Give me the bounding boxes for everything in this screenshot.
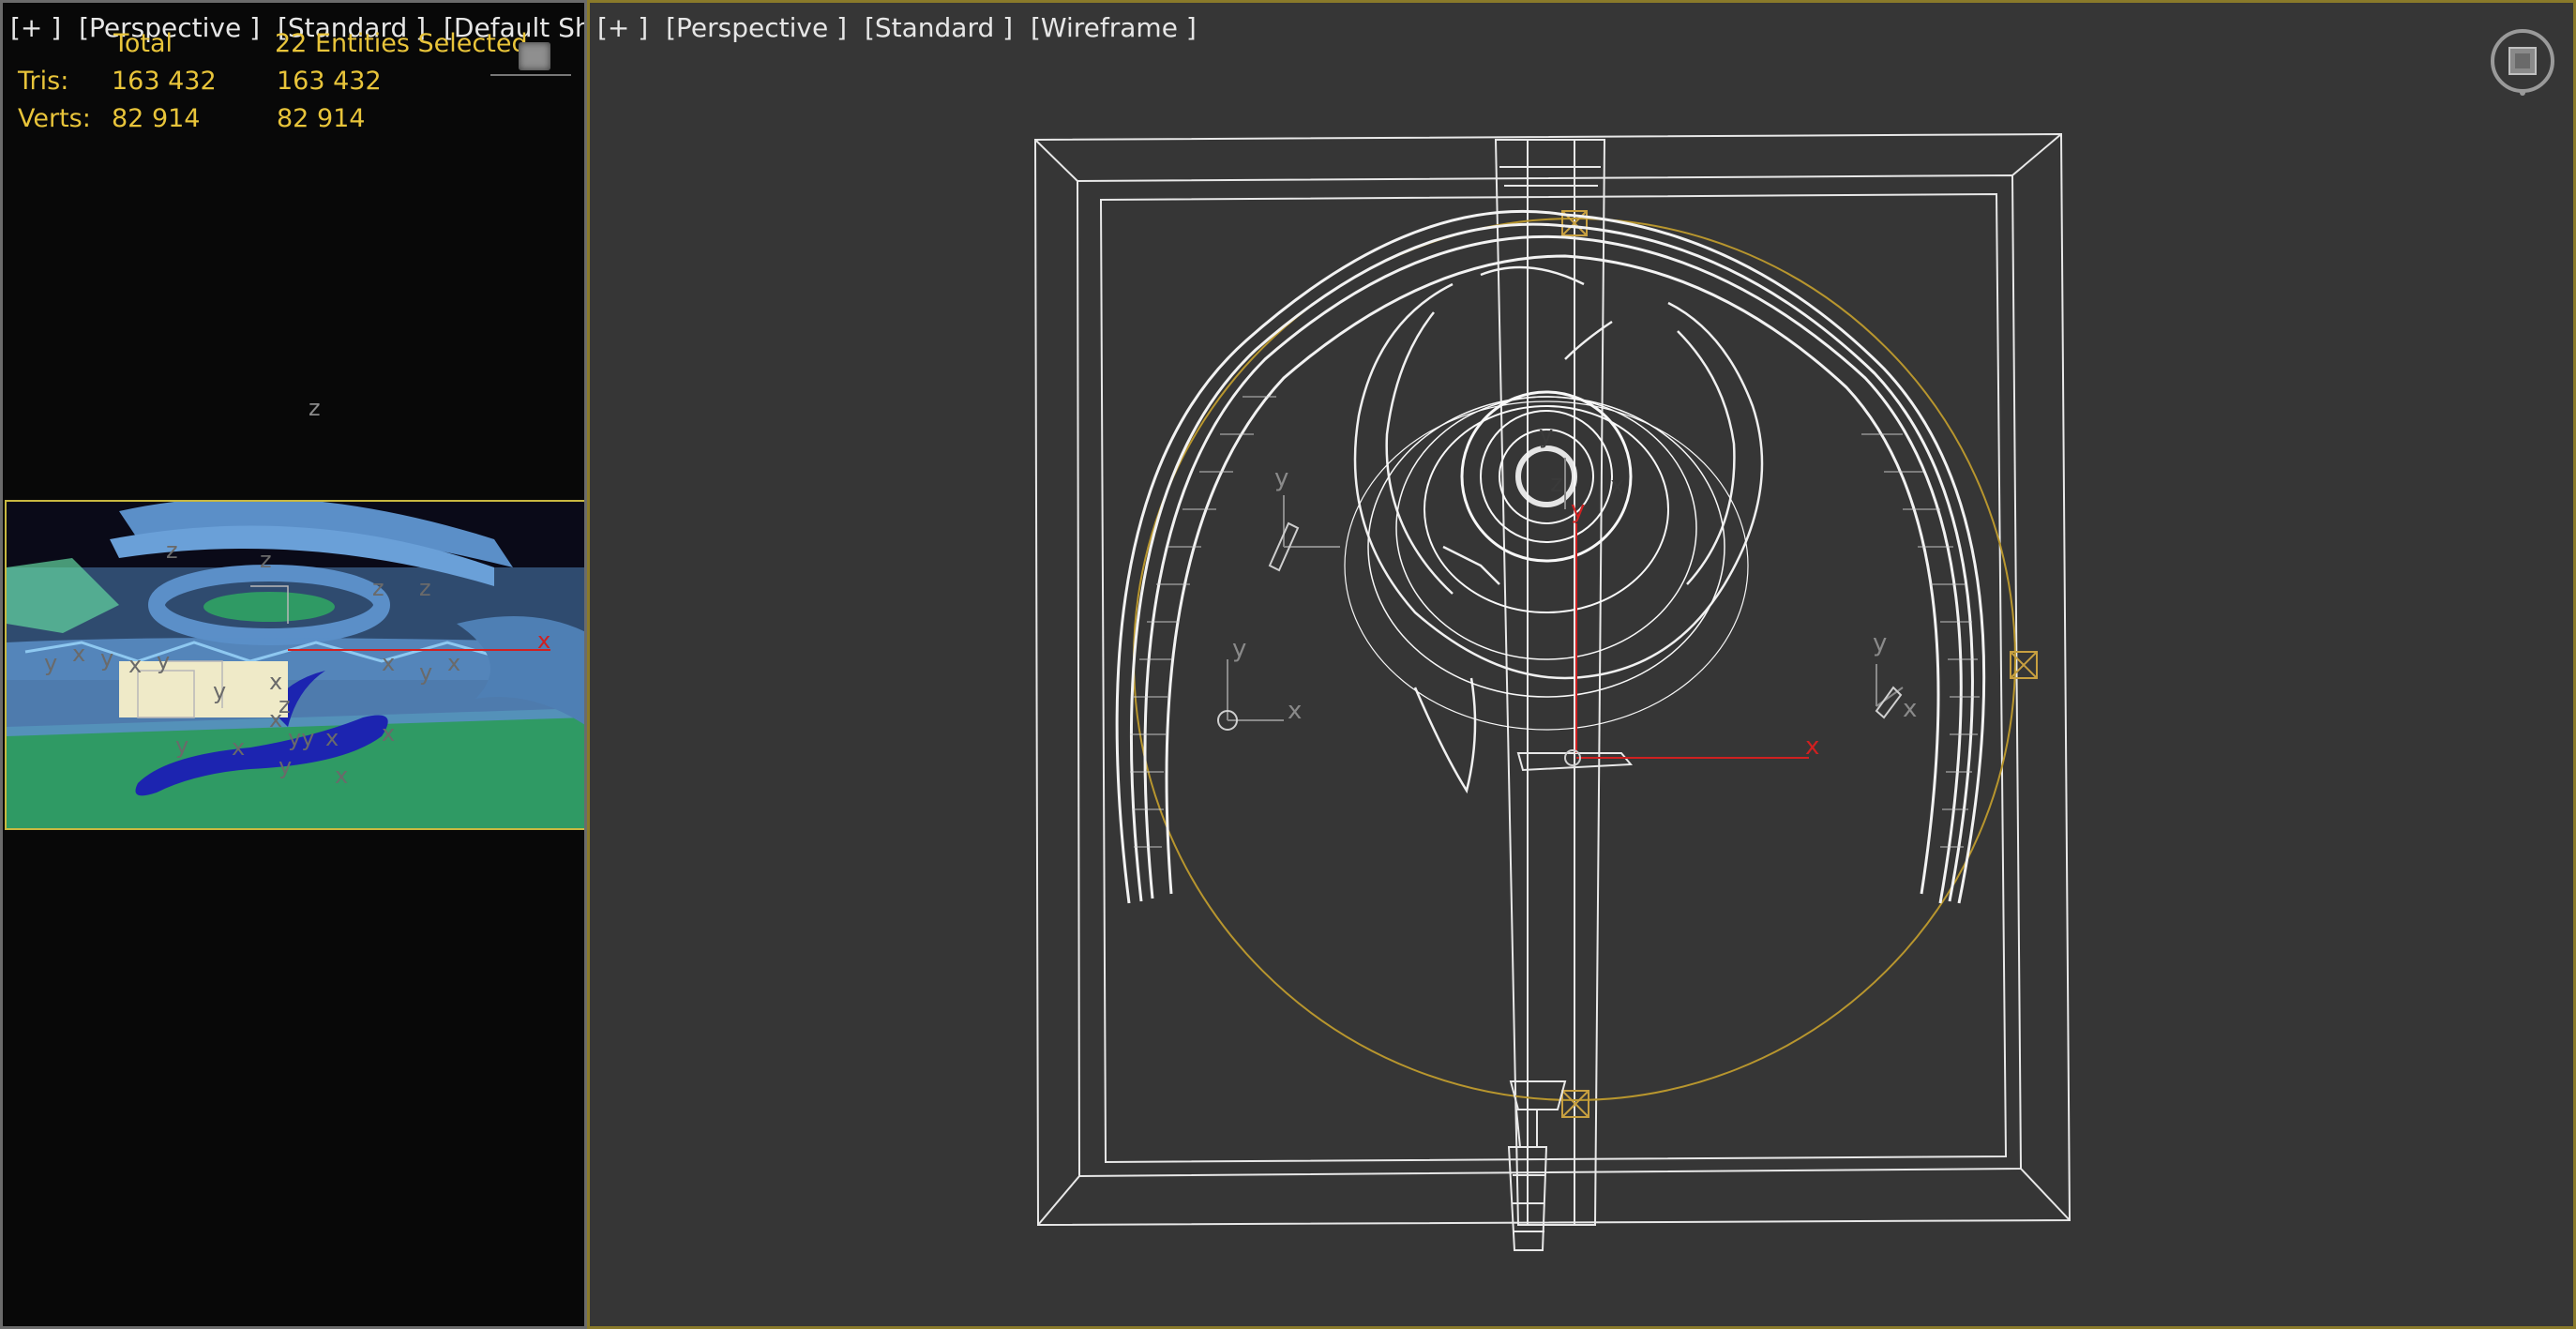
room-box-wireframe <box>1033 132 2071 1227</box>
svg-text:x: x <box>128 652 142 678</box>
stats-tris-selected: 163 432 <box>277 67 382 96</box>
svg-text:x: x <box>447 650 460 676</box>
svg-text:y: y <box>44 650 57 676</box>
viewcube-mini-base <box>490 74 571 76</box>
svg-text:x: x <box>269 706 282 732</box>
stats-verts-selected: 82 914 <box>277 104 366 133</box>
stats-verts-total: 82 914 <box>112 104 201 133</box>
stats-header-total: Total <box>113 29 173 58</box>
render-preview-scene: yxy y xz xyy x xy x y xz zz z yxx yx x <box>7 502 584 828</box>
render-preview-inset: yxy yxz x yy x xyx yxz zzz yxx yx x <box>5 500 584 830</box>
axis-label-x-red: x <box>1805 732 1820 761</box>
svg-text:y: y <box>419 659 432 686</box>
left-viewport[interactable]: [+ ] [Perspective ] [Standard ] [Default… <box>0 0 587 1329</box>
svg-text:x: x <box>382 650 395 676</box>
svg-text:z: z <box>372 575 384 601</box>
axis-label-y-red: y <box>1571 496 1586 524</box>
inner-arms-wireframe <box>1353 265 1764 794</box>
svg-text:z: z <box>419 575 431 601</box>
axis-label-z-core: z <box>1550 470 1563 498</box>
axis-label-x-core: x <box>1610 472 1625 500</box>
helper-gizmos <box>1227 458 1904 759</box>
axis-label-x-2: x <box>1903 695 1918 723</box>
left-viewport-plus-menu[interactable]: [+ ] <box>10 12 61 43</box>
axis-label-y-2: y <box>1232 635 1247 663</box>
stats-verts-label: Verts: <box>18 104 91 133</box>
svg-text:x: x <box>269 669 282 695</box>
axis-label-z: z <box>309 395 321 421</box>
svg-text:x: x <box>382 720 395 747</box>
svg-text:y: y <box>100 645 113 672</box>
svg-text:y: y <box>213 678 226 704</box>
svg-text:z: z <box>260 547 272 573</box>
svg-text:x: x <box>325 725 339 751</box>
svg-text:x: x <box>335 763 348 789</box>
viewcube-mini-icon[interactable] <box>519 42 550 70</box>
stats-tris-label: Tris: <box>18 67 69 96</box>
svg-text:x: x <box>72 641 85 667</box>
svg-text:x: x <box>232 734 245 761</box>
svg-text:y: y <box>279 753 292 779</box>
axis-label-y-1: y <box>1274 464 1289 492</box>
stats-tris-total: 163 432 <box>112 67 217 96</box>
right-viewport[interactable]: [+ ] [Perspective ] [Standard ] [Wirefra… <box>587 0 2576 1329</box>
svg-text:yy: yy <box>288 725 314 751</box>
svg-text:x: x <box>537 627 550 654</box>
wireframe-scene <box>1033 132 2071 1251</box>
axis-label-y-core: y <box>1539 421 1554 449</box>
axis-label-y-3: y <box>1873 629 1888 657</box>
svg-text:y: y <box>157 648 170 674</box>
stats-header-selected: 22 Entities Selected <box>275 29 528 58</box>
axis-label-x-1: x <box>1288 697 1303 725</box>
column-wireframe <box>1494 139 1606 1226</box>
outer-arc-wireframe <box>1115 209 1986 904</box>
svg-text:z: z <box>166 537 178 564</box>
svg-text:y: y <box>175 732 188 759</box>
